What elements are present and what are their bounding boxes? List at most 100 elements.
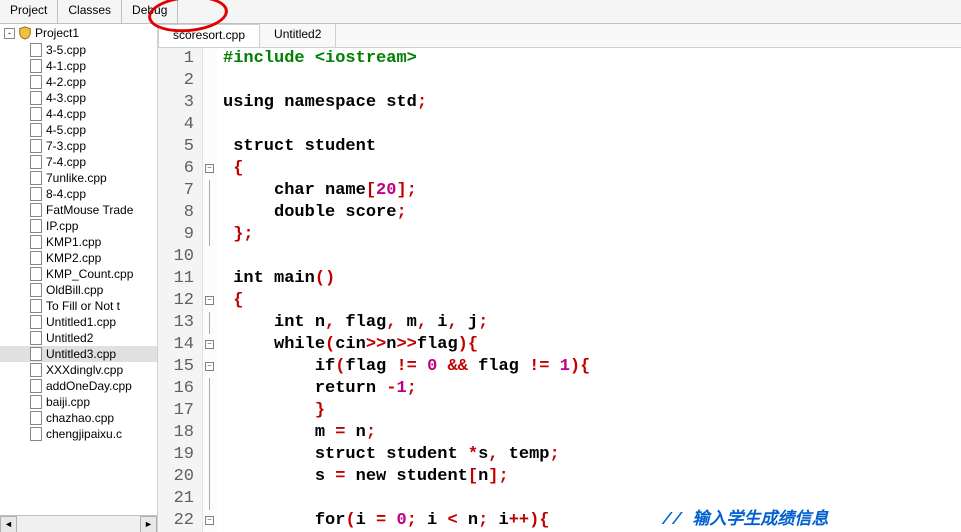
editor-tab[interactable]: scoresort.cpp (158, 24, 260, 47)
file-label: KMP1.cpp (46, 235, 101, 249)
file-icon (30, 235, 42, 249)
code-line[interactable] (223, 114, 961, 136)
tree-file-item[interactable]: FatMouse Trade (0, 202, 157, 218)
code-line[interactable]: using namespace std; (223, 92, 961, 114)
tree-file-item[interactable]: Untitled1.cpp (0, 314, 157, 330)
file-icon (30, 75, 42, 89)
tree-file-item[interactable]: IP.cpp (0, 218, 157, 234)
tree-file-item[interactable]: baiji.cpp (0, 394, 157, 410)
sidebar-hscroll[interactable]: ◄ ► (0, 515, 157, 532)
code-line[interactable]: }; (223, 224, 961, 246)
tree-file-item[interactable]: 7-4.cpp (0, 154, 157, 170)
project-icon (18, 26, 32, 40)
code-line[interactable]: struct student (223, 136, 961, 158)
file-icon (30, 187, 42, 201)
tree-file-item[interactable]: To Fill or Not t (0, 298, 157, 314)
tree-file-item[interactable]: 4-4.cpp (0, 106, 157, 122)
tree-file-item[interactable]: 7-3.cpp (0, 138, 157, 154)
tree-file-item[interactable]: chengjipaixu.c (0, 426, 157, 442)
panel-tabs: Project Classes Debug (0, 0, 961, 24)
tree-file-item[interactable]: 3-5.cpp (0, 42, 157, 58)
file-icon (30, 315, 42, 329)
tree-file-item[interactable]: 4-1.cpp (0, 58, 157, 74)
fold-toggle[interactable]: − (205, 296, 214, 305)
code-line[interactable] (223, 70, 961, 92)
scroll-left-button[interactable]: ◄ (0, 516, 17, 532)
fold-toggle[interactable]: − (205, 164, 214, 173)
code-line[interactable]: } (223, 400, 961, 422)
file-label: IP.cpp (46, 219, 78, 233)
project-sidebar: - Project1 3-5.cpp4-1.cpp4-2.cpp4-3.cpp4… (0, 24, 158, 532)
scroll-right-button[interactable]: ► (140, 516, 157, 532)
file-icon (30, 155, 42, 169)
tree-file-item[interactable]: 4-5.cpp (0, 122, 157, 138)
scroll-track[interactable] (17, 516, 140, 532)
code-line[interactable]: while(cin>>n>>flag){ (223, 334, 961, 356)
tree-file-item[interactable]: 4-2.cpp (0, 74, 157, 90)
file-label: Untitled1.cpp (46, 315, 116, 329)
file-label: baiji.cpp (46, 395, 90, 409)
code-line[interactable] (223, 488, 961, 510)
code-line[interactable] (223, 246, 961, 268)
tab-debug[interactable]: Debug (122, 0, 178, 23)
file-icon (30, 411, 42, 425)
file-icon (30, 347, 42, 361)
file-label: addOneDay.cpp (46, 379, 132, 393)
editor-tabs: scoresort.cppUntitled2 (158, 24, 961, 48)
file-label: 3-5.cpp (46, 43, 86, 57)
file-icon (30, 363, 42, 377)
tree-file-item[interactable]: 7unlike.cpp (0, 170, 157, 186)
file-icon (30, 379, 42, 393)
code-editor[interactable]: 12345678910111213141516171819202122 −−−−… (158, 48, 961, 532)
code-line[interactable]: { (223, 158, 961, 180)
tree-file-item[interactable]: KMP_Count.cpp (0, 266, 157, 282)
code-line[interactable]: { (223, 290, 961, 312)
code-line[interactable]: struct student *s, temp; (223, 444, 961, 466)
code-line[interactable]: return -1; (223, 378, 961, 400)
file-label: 4-5.cpp (46, 123, 86, 137)
file-label: 7unlike.cpp (46, 171, 107, 185)
project-root[interactable]: - Project1 (0, 24, 157, 42)
tree-file-item[interactable]: 8-4.cpp (0, 186, 157, 202)
tree-file-item[interactable]: Untitled3.cpp (0, 346, 157, 362)
line-gutter: 12345678910111213141516171819202122 (158, 48, 203, 532)
code-line[interactable]: double score; (223, 202, 961, 224)
file-label: 8-4.cpp (46, 187, 86, 201)
code-line[interactable]: #include <iostream> (223, 48, 961, 70)
tree-file-item[interactable]: 4-3.cpp (0, 90, 157, 106)
fold-toggle[interactable]: − (205, 340, 214, 349)
file-icon (30, 395, 42, 409)
file-label: XXXdinglv.cpp (46, 363, 123, 377)
code-line[interactable]: int n, flag, m, i, j; (223, 312, 961, 334)
fold-column[interactable]: − − − − − (203, 48, 217, 532)
code-line[interactable]: char name[20]; (223, 180, 961, 202)
code-area[interactable]: #include <iostream>using namespace std; … (217, 48, 961, 532)
tree-file-item[interactable]: addOneDay.cpp (0, 378, 157, 394)
tree-file-item[interactable]: KMP2.cpp (0, 250, 157, 266)
editor-tab[interactable]: Untitled2 (260, 24, 336, 47)
code-line[interactable]: s = new student[n]; (223, 466, 961, 488)
file-icon (30, 43, 42, 57)
file-label: 7-4.cpp (46, 155, 86, 169)
file-label: FatMouse Trade (46, 203, 133, 217)
collapse-icon[interactable]: - (4, 28, 15, 39)
tab-classes[interactable]: Classes (58, 0, 122, 23)
code-line[interactable]: m = n; (223, 422, 961, 444)
tree-file-item[interactable]: chazhao.cpp (0, 410, 157, 426)
tree-file-item[interactable]: XXXdinglv.cpp (0, 362, 157, 378)
tree-file-item[interactable]: KMP1.cpp (0, 234, 157, 250)
code-line[interactable]: int main() (223, 268, 961, 290)
tree-file-item[interactable]: OldBill.cpp (0, 282, 157, 298)
fold-toggle[interactable]: − (205, 362, 214, 371)
project-tree[interactable]: - Project1 3-5.cpp4-1.cpp4-2.cpp4-3.cpp4… (0, 24, 157, 515)
tab-project[interactable]: Project (0, 0, 58, 23)
file-label: Untitled2 (46, 331, 93, 345)
code-line[interactable]: if(flag != 0 && flag != 1){ (223, 356, 961, 378)
file-icon (30, 107, 42, 121)
code-line[interactable]: for(i = 0; i < n; i++){ // 输入学生成绩信息 (223, 510, 961, 532)
file-label: 4-3.cpp (46, 91, 86, 105)
tree-file-item[interactable]: Untitled2 (0, 330, 157, 346)
fold-toggle[interactable]: − (205, 516, 214, 525)
file-icon (30, 267, 42, 281)
file-label: OldBill.cpp (46, 283, 103, 297)
